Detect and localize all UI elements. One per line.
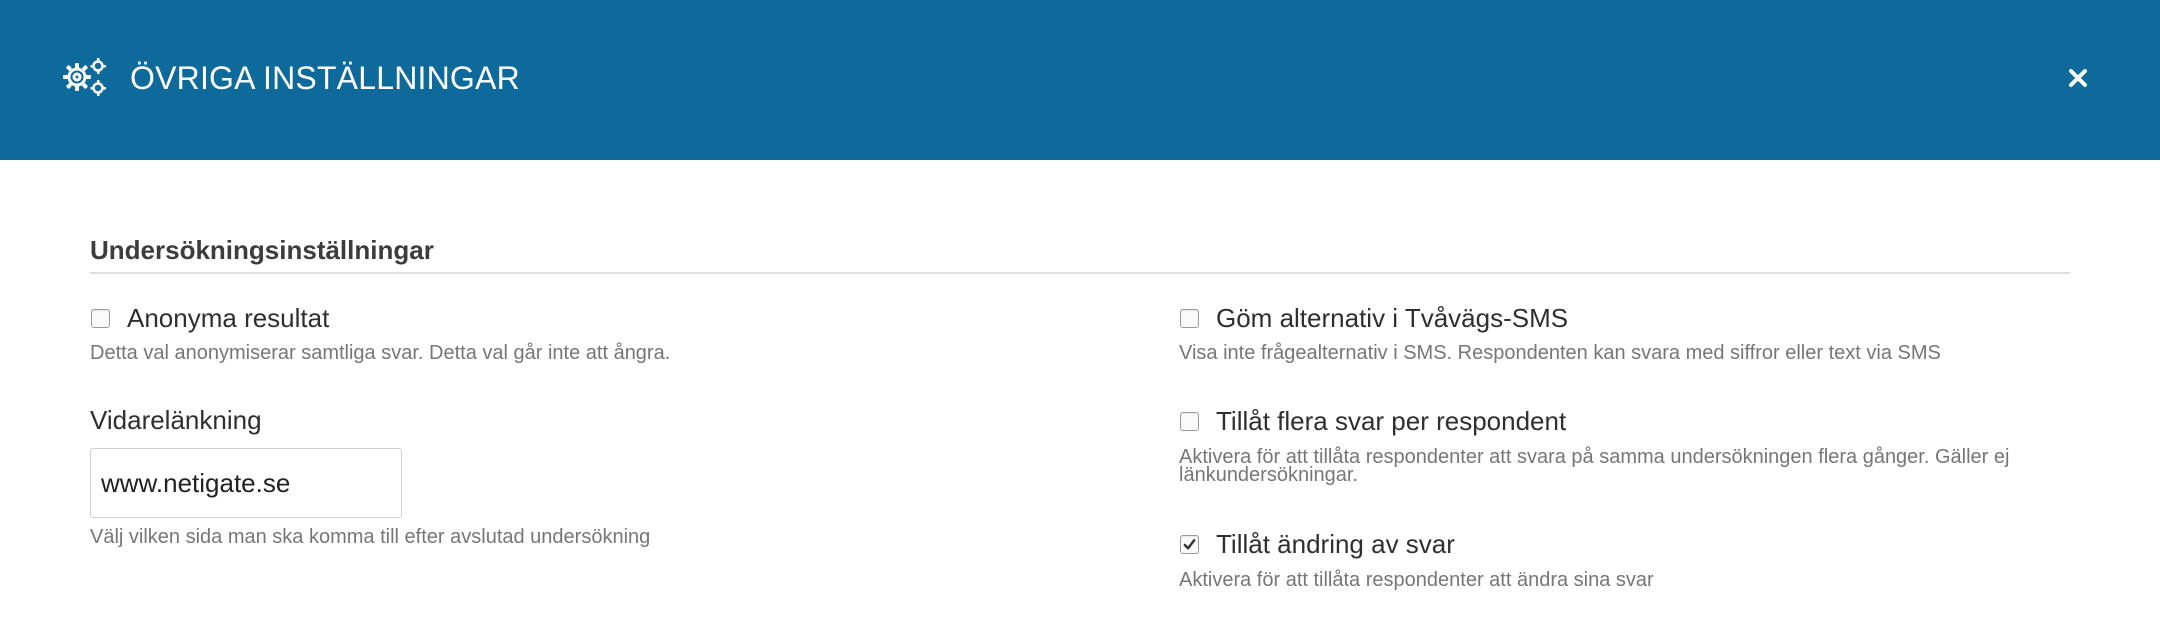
allow-edit-checkbox[interactable]	[1180, 535, 1199, 554]
checkmark-icon	[1183, 539, 1196, 550]
hide-sms-options-help: Visa inte frågealternativ i SMS. Respond…	[1179, 342, 1941, 364]
anonymous-results-label[interactable]: Anonyma resultat	[127, 301, 329, 335]
section-divider	[90, 272, 2070, 274]
hide-sms-options-checkbox[interactable]	[1180, 309, 1199, 328]
section-title: Undersökningsinställningar	[90, 235, 434, 265]
gears-icon	[63, 58, 106, 96]
allow-edit-label[interactable]: Tillåt ändring av svar	[1216, 527, 1455, 561]
hide-sms-options-label[interactable]: Göm alternativ i Tvåvägs-SMS	[1216, 301, 1568, 335]
multiple-answers-label[interactable]: Tillåt flera svar per respondent	[1216, 404, 1566, 438]
multiple-answers-help-line2: länkundersökningar.	[1179, 464, 1359, 486]
multiple-answers-help: Aktivera för att tillåta respondenter at…	[1179, 447, 2160, 486]
redirect-help: Välj vilken sida man ska komma till efte…	[90, 526, 651, 548]
anonymous-results-checkbox[interactable]	[91, 309, 110, 328]
anonymous-results-help: Detta val anonymiserar samtliga svar. De…	[90, 342, 671, 364]
multiple-answers-checkbox[interactable]	[1180, 412, 1199, 431]
modal-header: ÖVRIGA INSTÄLLNINGAR	[0, 0, 2160, 160]
close-button[interactable]	[2062, 62, 2094, 94]
close-icon[interactable]	[2062, 62, 2094, 94]
allow-edit-help: Aktivera för att tillåta respondenter at…	[1179, 569, 1654, 591]
redirect-url-input[interactable]	[90, 448, 402, 518]
modal-title: ÖVRIGA INSTÄLLNINGAR	[130, 60, 520, 96]
redirect-label: Vidarelänkning	[90, 405, 262, 435]
